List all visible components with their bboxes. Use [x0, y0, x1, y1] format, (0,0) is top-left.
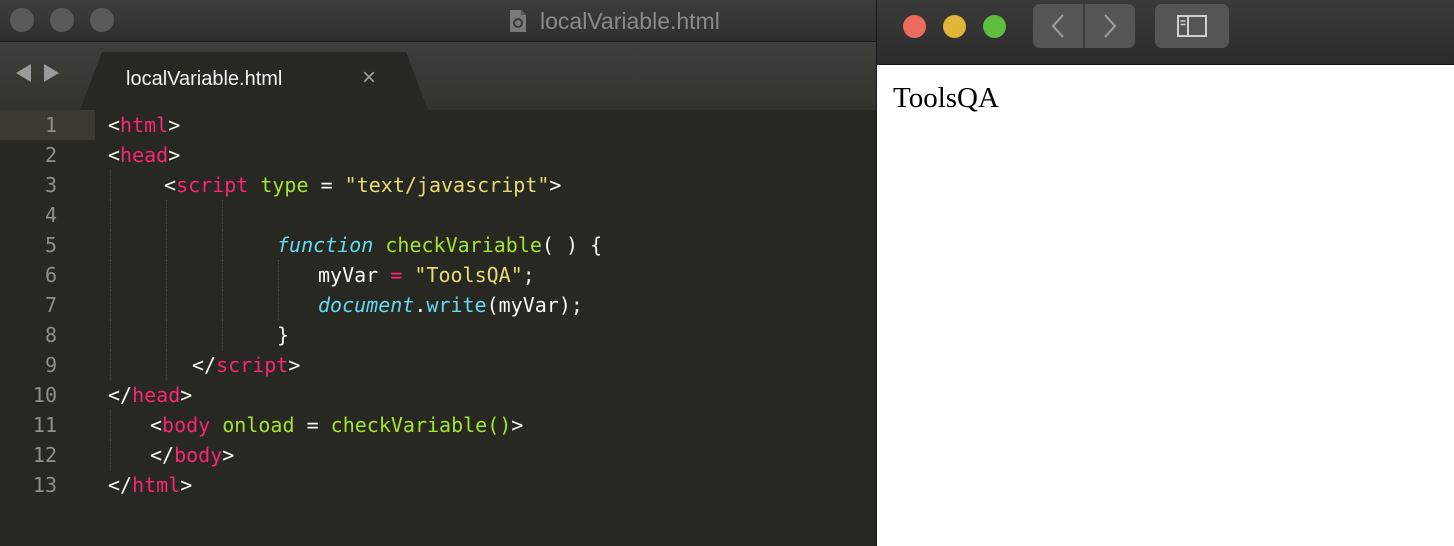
- code-text: }: [277, 323, 290, 347]
- tab-label: localVariable.html: [126, 68, 283, 90]
- chevron-left-icon: [1051, 14, 1064, 38]
- code-text: <head>: [108, 143, 181, 167]
- code-text: <html>: [108, 113, 181, 137]
- browser-close-light[interactable]: [903, 15, 926, 38]
- document-icon: [508, 9, 528, 33]
- line-number: 6: [44, 263, 57, 287]
- code-area[interactable]: 1 <html> 2 <head> 3 <script type = "text…: [0, 110, 876, 546]
- code-line: 5 function checkVariable( ) {: [0, 230, 876, 260]
- line-number: 8: [44, 323, 57, 347]
- code-text: <body onload = checkVariable()>: [150, 413, 524, 437]
- line-number: 10: [32, 383, 57, 407]
- code-text: document.write(myVar);: [318, 293, 583, 317]
- browser-toolbar: [877, 0, 1454, 65]
- editor-minimize-light[interactable]: [50, 8, 74, 32]
- code-text: </head>: [108, 383, 193, 407]
- line-number: 11: [32, 413, 57, 437]
- code-line: 4: [0, 200, 876, 230]
- editor-window-title: localVariable.html: [508, 6, 720, 36]
- code-line: 11 <body onload = checkVariable()>: [0, 410, 876, 440]
- code-line: 3 <script type = "text/javascript">: [0, 170, 876, 200]
- history-buttons: [1033, 4, 1135, 48]
- editor-titlebar: localVariable.html: [0, 0, 876, 42]
- page-output-text: ToolsQA: [893, 82, 999, 114]
- browser-window: ToolsQA: [876, 0, 1454, 546]
- code-text: function checkVariable( ) {: [277, 233, 603, 257]
- tab-localvariable[interactable]: localVariable.html ×: [80, 52, 428, 110]
- code-text: <script type = "text/javascript">: [164, 173, 562, 197]
- browser-zoom-light[interactable]: [983, 15, 1006, 38]
- code-line: 2 <head>: [0, 140, 876, 170]
- line-number: 5: [44, 233, 57, 257]
- chevron-right-icon: [1104, 14, 1117, 38]
- line-number: 1: [44, 113, 57, 137]
- line-number: 13: [32, 473, 57, 497]
- browser-minimize-light[interactable]: [943, 15, 966, 38]
- back-button[interactable]: [1033, 4, 1083, 48]
- tab-back-icon[interactable]: [16, 64, 31, 82]
- editor-tabbar: localVariable.html ×: [0, 42, 876, 110]
- tab-forward-icon[interactable]: [44, 64, 59, 82]
- sidebar-icon: [1177, 15, 1207, 37]
- code-text: myVar = "ToolsQA";: [318, 263, 535, 287]
- forward-button[interactable]: [1083, 4, 1135, 48]
- editor-zoom-light[interactable]: [90, 8, 114, 32]
- code-line: 12 </body>: [0, 440, 876, 470]
- code-text: </script>: [192, 353, 301, 377]
- editor-close-light[interactable]: [10, 8, 34, 32]
- code-text: </html>: [108, 473, 193, 497]
- sidebar-toggle-button[interactable]: [1155, 4, 1229, 48]
- line-number: 4: [44, 203, 57, 227]
- code-line: 1 <html>: [0, 110, 876, 140]
- editor-title-text: localVariable.html: [540, 7, 720, 34]
- close-icon[interactable]: ×: [362, 66, 376, 90]
- code-line: 9 </script>: [0, 350, 876, 380]
- code-line: 10 </head>: [0, 380, 876, 410]
- line-number: 7: [44, 293, 57, 317]
- code-line: 7 document.write(myVar);: [0, 290, 876, 320]
- code-text: </body>: [150, 443, 235, 467]
- code-line: 13 </html>: [0, 470, 876, 500]
- code-line: 6 myVar = "ToolsQA";: [0, 260, 876, 290]
- line-number: 2: [44, 143, 57, 167]
- line-number: 12: [32, 443, 57, 467]
- line-number: 9: [44, 353, 57, 377]
- code-line: 8 }: [0, 320, 876, 350]
- code-editor-window: localVariable.html localVariable.html × …: [0, 0, 876, 546]
- line-number: 3: [44, 173, 57, 197]
